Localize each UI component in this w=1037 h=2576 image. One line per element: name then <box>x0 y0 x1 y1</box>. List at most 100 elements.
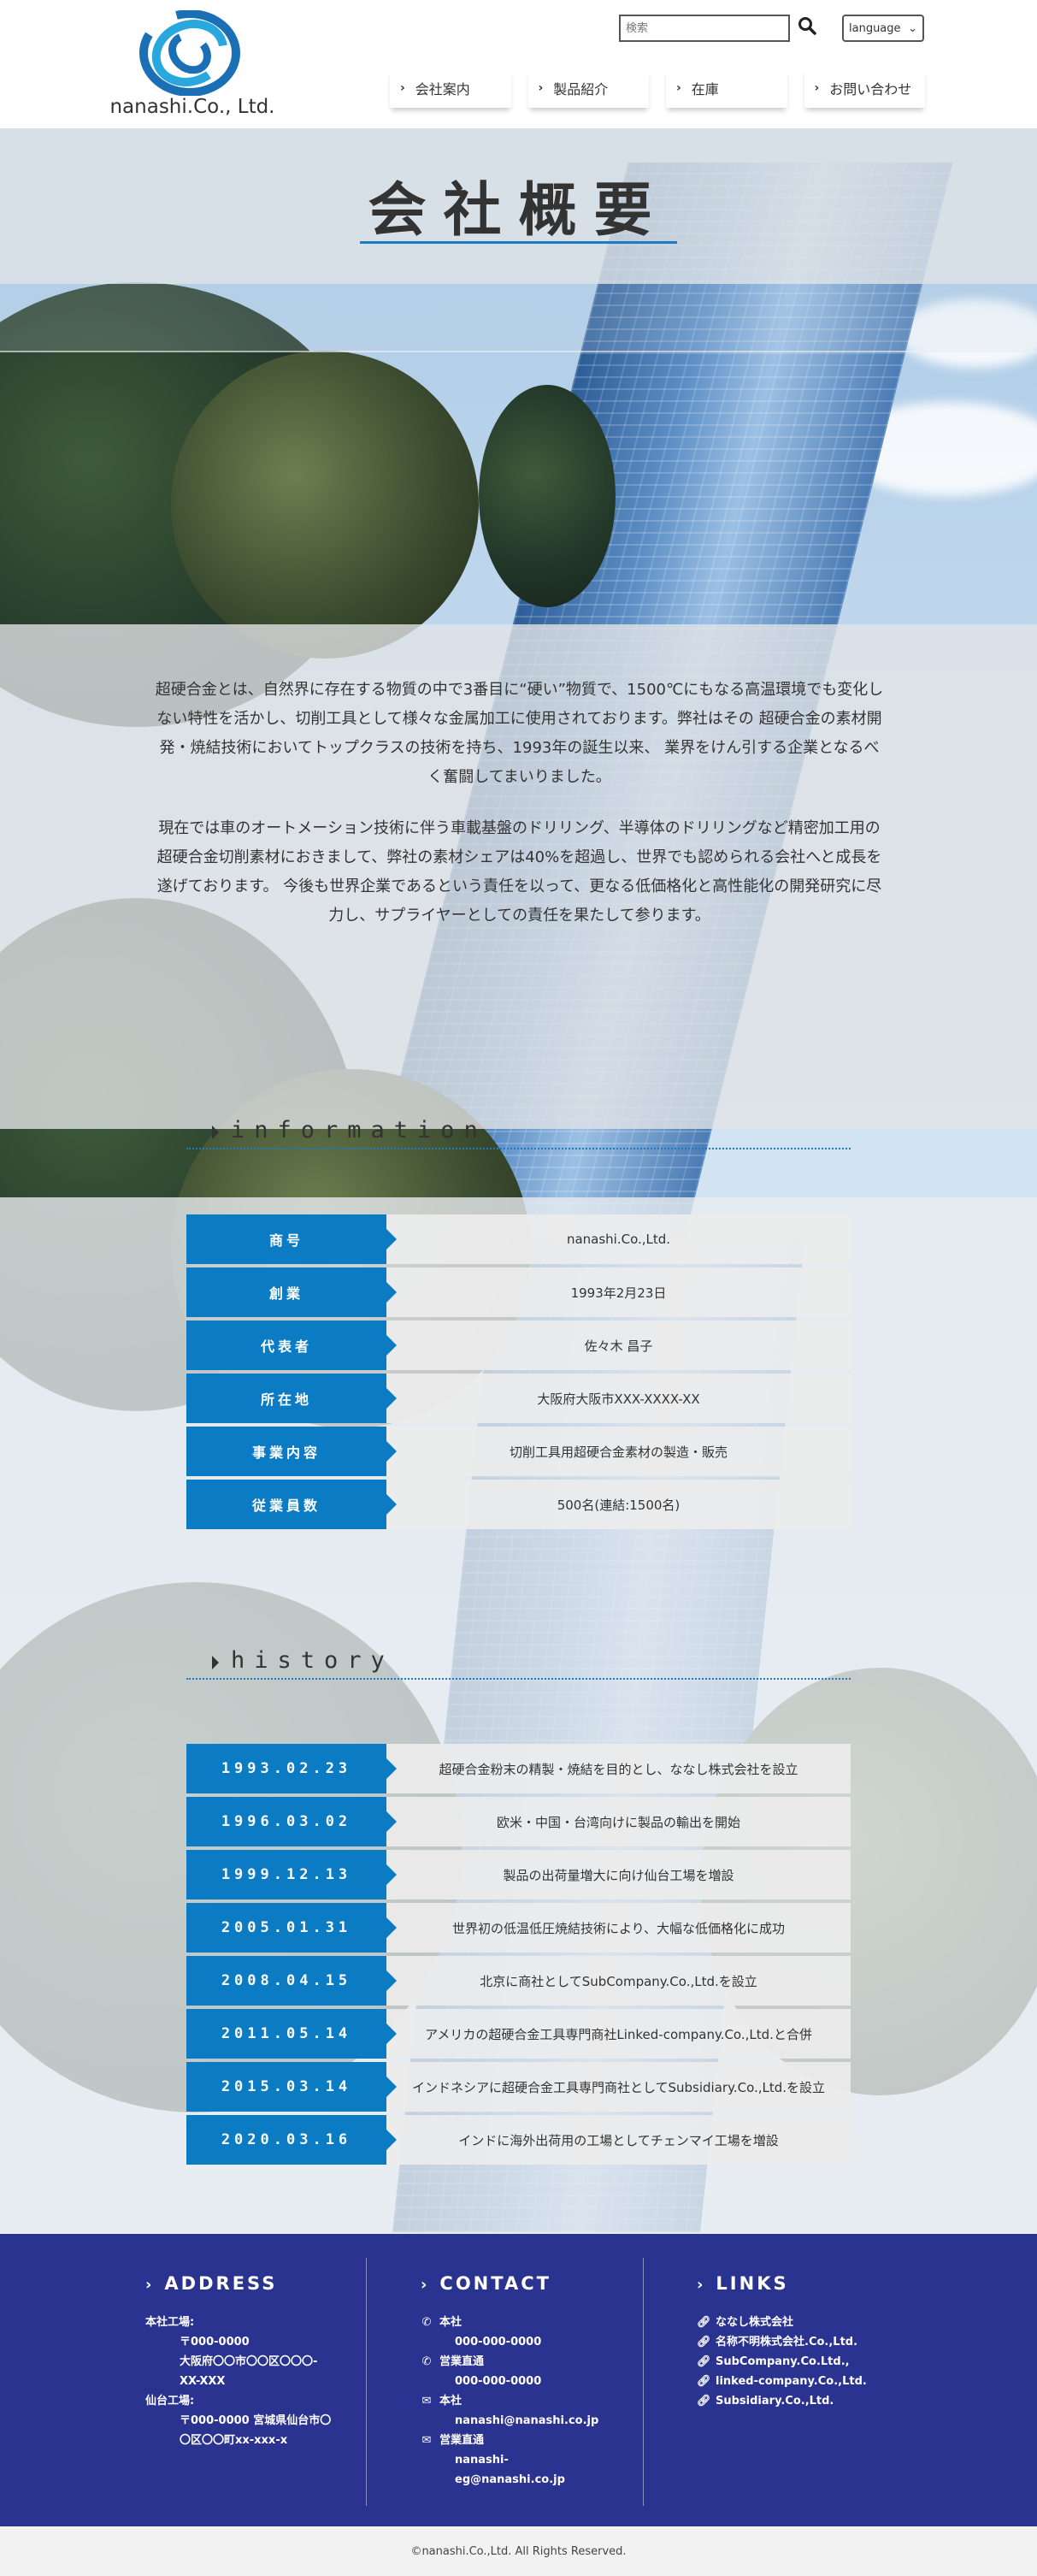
search-icon[interactable] <box>797 15 817 36</box>
table-key: 所在地 <box>186 1374 397 1423</box>
nav-item-products[interactable]: › 製品紹介 <box>527 68 649 108</box>
chevron-right-icon: › <box>421 2276 430 2294</box>
title-underline <box>360 241 677 244</box>
page-title: 会社概要 <box>368 177 669 245</box>
history-event: 製品の出荷量増大に向け仙台工場を増設 <box>386 1850 851 1900</box>
footer-heading: › LINKS <box>697 2273 789 2294</box>
table-row: 1996.03.02 欧米・中国・台湾向けに製品の輸出を開始 <box>186 1797 851 1850</box>
footer-divider <box>366 2258 367 2506</box>
table-row: 所在地 大阪府大阪市XXX-XXXX-XX <box>186 1374 851 1427</box>
address-line: 〇区〇〇町xx-xxx-x <box>180 2434 288 2447</box>
contact-value[interactable]: 000-000-0000 <box>421 2372 643 2391</box>
contact-item: ✉ 本社 <box>421 2391 643 2411</box>
link-icon: 🔗︎ <box>697 2336 711 2349</box>
footer-link[interactable]: 🔗︎ 名称不明株式会社.Co.,Ltd. <box>697 2332 919 2352</box>
footer-link[interactable]: 🔗︎ ななし株式会社 <box>697 2313 919 2332</box>
caret-right-icon <box>212 1126 219 1139</box>
intro-paragraph: 超硬合金とは、自然界に存在する物質の中で3番目に“硬い”物質で、1500℃にもな… <box>155 681 884 786</box>
history-event: 欧米・中国・台湾向けに製品の輸出を開始 <box>386 1797 851 1846</box>
links-block: 🔗︎ ななし株式会社 🔗︎ 名称不明株式会社.Co.,Ltd. 🔗︎ SubCompa… <box>697 2313 919 2411</box>
information-heading: information <box>186 1117 851 1149</box>
table-row: 2011.05.14 アメリカの超硬合金工具専門商社Linked-company… <box>186 2009 851 2062</box>
contact-value[interactable]: nanashi- <box>421 2450 643 2470</box>
address-zip: 〒000-0000 <box>180 2336 250 2349</box>
nav-item-label: 製品紹介 <box>553 81 609 97</box>
company-logo[interactable]: nanashi.Co., Ltd. <box>107 10 278 121</box>
footer-link[interactable]: 🔗︎ SubCompany.Co.Ltd., <box>697 2352 919 2372</box>
nav-item-stock[interactable]: › 在庫 <box>666 68 787 108</box>
history-date: 1993.02.23 <box>186 1744 397 1793</box>
contact-value[interactable]: nanashi@nanashi.co.jp <box>421 2411 643 2431</box>
history-heading: history <box>186 1647 851 1680</box>
footer-link-label: Subsidiary.Co.,Ltd. <box>716 2395 834 2408</box>
nav-item-contact[interactable]: › お問い合わせ <box>804 68 925 108</box>
chevron-right-icon: › <box>676 81 681 95</box>
history-event: 超硬合金粉末の精製・焼結を目的とし、ななし株式会社を設立 <box>386 1744 851 1793</box>
contact-item: ✉ 営業直通 <box>421 2431 643 2450</box>
language-select[interactable]: language ⌄ <box>842 15 924 42</box>
site-footer: › ADDRESS 本社工場: 〒000-0000 大阪府〇〇市〇〇区〇〇〇- X… <box>0 2234 1037 2526</box>
link-icon: 🔗︎ <box>697 2355 711 2368</box>
section-title: information <box>231 1117 487 1143</box>
table-row: 1999.12.13 製品の出荷量増大に向け仙台工場を増設 <box>186 1850 851 1903</box>
company-intro: 超硬合金とは、自然界に存在する物質の中で3番目に“硬い”物質で、1500℃にもな… <box>154 676 885 953</box>
contact-item: ✆ 営業直通 <box>421 2352 643 2372</box>
logo-text: nanashi.Co., Ltd. <box>109 96 275 118</box>
chevron-right-icon: › <box>814 81 820 95</box>
phone-icon: ✆ <box>421 2316 432 2329</box>
table-row: 事業内容 切削工具用超硬合金素材の製造・販売 <box>186 1427 851 1480</box>
nav-item-company[interactable]: › 会社案内 <box>390 68 511 108</box>
table-key: 商号 <box>186 1214 397 1264</box>
search-input[interactable] <box>619 15 790 42</box>
intro-paragraph: 現在では車のオートメーション技術に伴う車載基盤のドリリング、半導体のドリリングな… <box>156 819 882 925</box>
footer-heading: › CONTACT <box>421 2273 551 2294</box>
copyright-bar: ©nanashi.Co.,Ltd. All Rights Reserved. <box>0 2526 1037 2576</box>
history-date: 2005.01.31 <box>186 1903 397 1953</box>
table-value: 大阪府大阪市XXX-XXXX-XX <box>386 1374 851 1423</box>
nav-item-label: お問い合わせ <box>829 81 912 97</box>
section-title: history <box>231 1647 394 1674</box>
contact-label: 本社 <box>439 2395 463 2408</box>
table-value: 切削工具用超硬合金素材の製造・販売 <box>386 1427 851 1476</box>
copyright-text: ©nanashi.Co.,Ltd. All Rights Reserved. <box>410 2544 627 2558</box>
table-key: 事業内容 <box>186 1427 397 1476</box>
history-date: 1996.03.02 <box>186 1797 397 1846</box>
history-date: 2008.04.15 <box>186 1956 397 2006</box>
footer-link-label: 名称不明株式会社.Co.,Ltd. <box>716 2336 858 2349</box>
information-table: 商号 nanashi.Co.,Ltd. 創業 1993年2月23日 代表者 佐々… <box>186 1214 851 1533</box>
footer-link[interactable]: 🔗︎ linked-company.Co.,Ltd. <box>697 2372 919 2391</box>
contact-block: ✆ 本社 000-000-0000 ✆ 営業直通 000-000-0000 ✉ 本社 … <box>421 2313 643 2490</box>
link-icon: 🔗︎ <box>697 2375 711 2388</box>
table-value: 1993年2月23日 <box>386 1267 851 1317</box>
history-event: 世界初の低温低圧焼結技術により、大幅な低価格化に成功 <box>386 1903 851 1953</box>
contact-label: 営業直通 <box>439 2355 485 2368</box>
chevron-right-icon: › <box>538 81 544 95</box>
contact-value[interactable]: eg@nanashi.co.jp <box>421 2470 643 2490</box>
footer-heading-label: CONTACT <box>439 2273 551 2294</box>
nav-item-label: 会社案内 <box>415 81 470 97</box>
address-label: 本社工場: <box>145 2316 195 2329</box>
table-row: 従業員数 500名(連結:1500名) <box>186 1480 851 1533</box>
address-block: 本社工場: 〒000-0000 大阪府〇〇市〇〇区〇〇〇- XX-XXX 仙台工… <box>145 2313 359 2450</box>
mail-icon: ✉ <box>421 2395 432 2408</box>
contact-item: ✆ 本社 <box>421 2313 643 2332</box>
footer-heading-label: LINKS <box>716 2273 789 2294</box>
table-key: 代表者 <box>186 1320 397 1370</box>
table-row: 商号 nanashi.Co.,Ltd. <box>186 1214 851 1267</box>
footer-address: › ADDRESS 本社工場: 〒000-0000 大阪府〇〇市〇〇区〇〇〇- X… <box>145 2234 359 2526</box>
chevron-right-icon: › <box>145 2276 155 2294</box>
table-key: 従業員数 <box>186 1480 397 1529</box>
chevron-down-icon: ⌄ <box>908 21 917 35</box>
footer-link[interactable]: 🔗︎ Subsidiary.Co.,Ltd. <box>697 2391 919 2411</box>
history-event: インドネシアに超硬合金工具専門商社としてSubsidiary.Co.,Ltd.を… <box>386 2062 851 2112</box>
footer-heading-label: ADDRESS <box>164 2273 278 2294</box>
history-date: 2011.05.14 <box>186 2009 397 2059</box>
history-event: 北京に商社としてSubCompany.Co.,Ltd.を設立 <box>386 1956 851 2006</box>
footer-link-label: ななし株式会社 <box>716 2316 794 2329</box>
nav-item-label: 在庫 <box>691 81 719 97</box>
footer-link-label: SubCompany.Co.Ltd., <box>716 2355 850 2368</box>
contact-value[interactable]: 000-000-0000 <box>421 2332 643 2352</box>
table-value: 500名(連結:1500名) <box>386 1480 851 1529</box>
logo-mark-icon <box>139 10 240 96</box>
history-date: 2020.03.16 <box>186 2115 397 2165</box>
